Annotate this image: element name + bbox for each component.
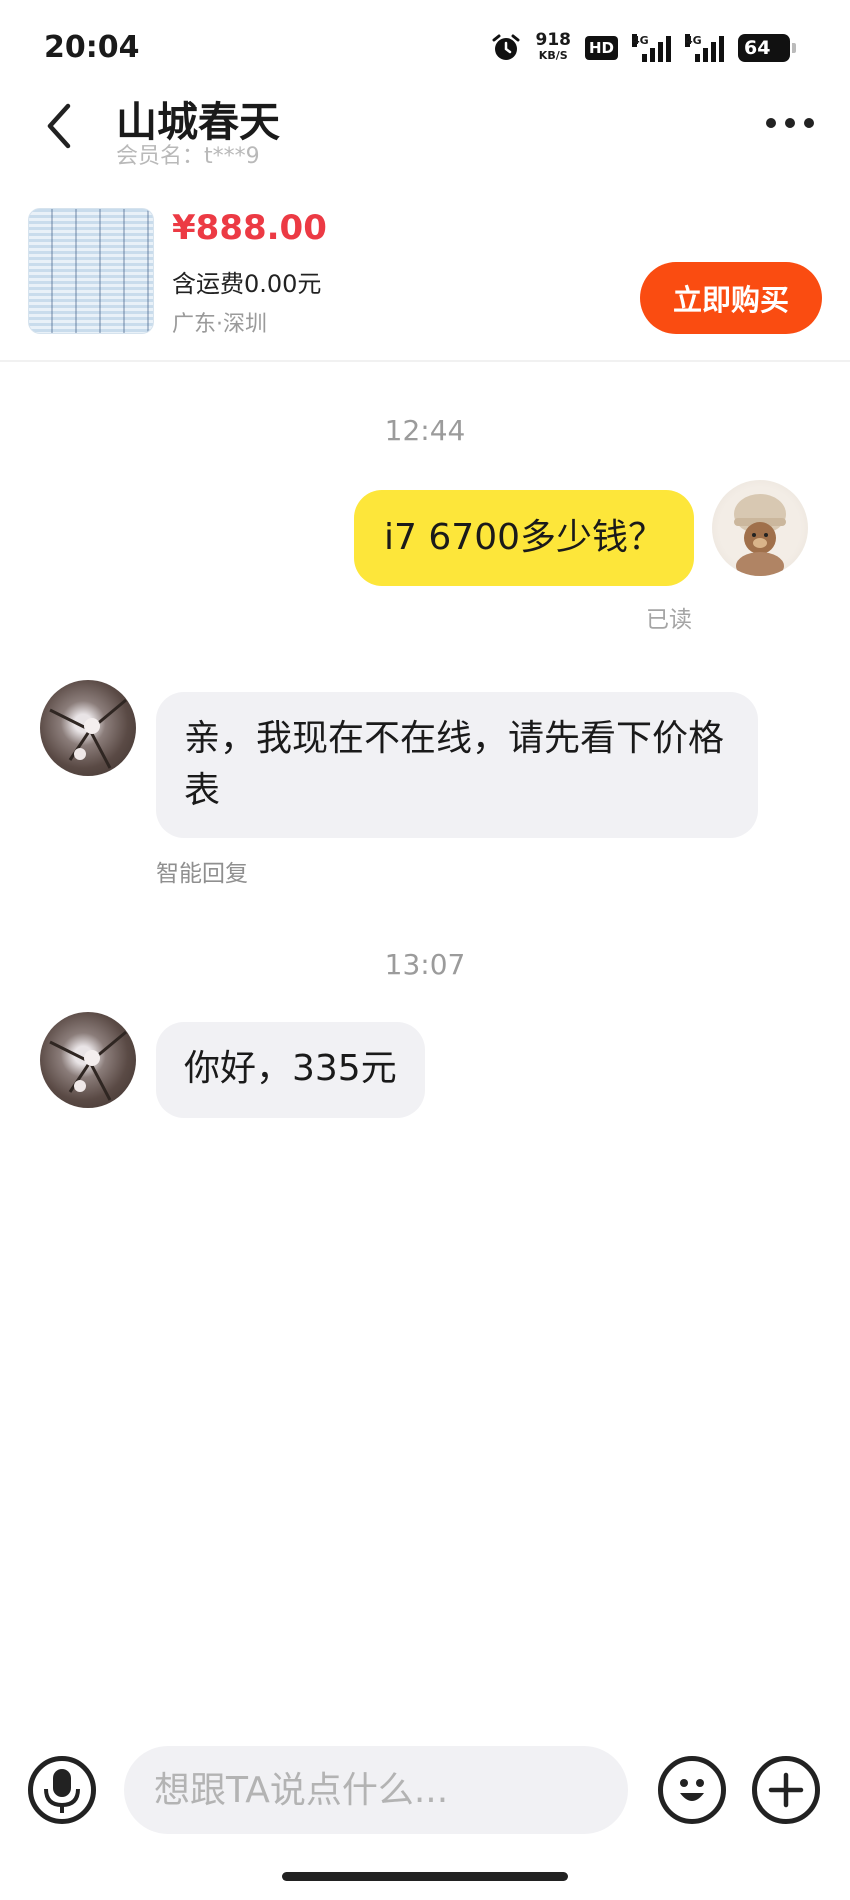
status-time: 20:04 xyxy=(44,30,140,65)
back-chevron-icon xyxy=(47,103,71,149)
battery-icon: 64 xyxy=(738,34,796,62)
product-thumbnail[interactable] xyxy=(28,208,154,334)
buy-now-button[interactable]: 立即购买 xyxy=(640,262,822,334)
signal-type-label: 4G xyxy=(632,34,649,47)
net-speed: 918 KB/S xyxy=(535,30,571,63)
message-input[interactable] xyxy=(124,1746,628,1834)
signal-icon-2: 4G xyxy=(685,34,724,62)
seller-message-bubble[interactable]: 亲，我现在不在线，请先看下价格表 xyxy=(156,692,758,838)
seller-avatar[interactable] xyxy=(40,680,136,776)
back-button[interactable] xyxy=(38,96,82,156)
my-message-bubble[interactable]: i7 6700多少钱？ xyxy=(354,490,694,586)
plus-icon xyxy=(768,1772,804,1808)
more-button[interactable] xyxy=(766,118,814,128)
signal-type-label-2: 4G xyxy=(685,34,702,47)
net-speed-value: 918 xyxy=(535,30,571,50)
seller-avatar-2[interactable] xyxy=(40,1012,136,1108)
member-name: 会员名：t***9 xyxy=(116,144,260,169)
product-location: 广东·深圳 xyxy=(172,312,267,337)
bear-avatar-icon xyxy=(734,494,786,576)
alarm-icon xyxy=(492,34,520,60)
home-indicator xyxy=(282,1872,568,1881)
status-icons: 918 KB/S HD 4G 4G 64 xyxy=(491,28,796,68)
auto-reply-label: 智能回复 xyxy=(156,861,248,887)
my-avatar[interactable] xyxy=(712,480,808,576)
product-price: ¥888.00 xyxy=(172,208,327,248)
battery-level: 64 xyxy=(744,37,771,59)
more-actions-button[interactable] xyxy=(752,1756,820,1824)
net-speed-unit: KB/S xyxy=(538,49,568,62)
chat-timestamp-2: 13:07 xyxy=(384,948,466,981)
voice-button[interactable] xyxy=(28,1756,96,1824)
seller-reply-bubble[interactable]: 你好，335元 xyxy=(156,1022,425,1118)
emoji-icon xyxy=(680,1779,704,1801)
read-status: 已读 xyxy=(646,607,692,633)
emoji-button[interactable] xyxy=(658,1756,726,1824)
chat-timestamp: 12:44 xyxy=(384,414,466,447)
hd-badge: HD xyxy=(584,36,618,60)
signal-icon-1: 4G xyxy=(632,34,671,62)
shipping-fee: 含运费0.00元 xyxy=(172,270,322,298)
more-dots-icon xyxy=(766,118,776,128)
divider xyxy=(0,360,850,362)
blossom-avatar-icon xyxy=(49,1030,127,1101)
blossom-avatar-icon xyxy=(49,698,127,769)
microphone-icon xyxy=(44,1769,80,1813)
